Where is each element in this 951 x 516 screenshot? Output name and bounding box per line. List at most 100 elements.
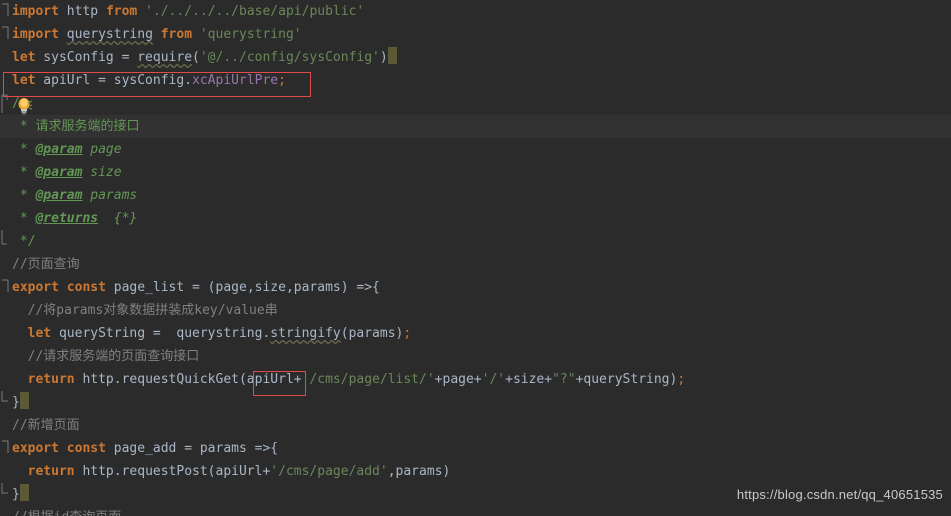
code-token: @param [35,165,83,180]
code-line[interactable]: import querystring from 'querystring' [0,23,951,46]
code-token: xcApiUrlPre [192,73,279,88]
code-token: sysConfig = [35,50,138,65]
fold-expanded-icon[interactable] [1,0,10,23]
watermark: https://blog.csdn.net/qq_40651535 [736,487,943,502]
code-token: */ [12,234,36,249]
code-token: @returns [35,211,99,226]
code-token: +size+ [505,372,553,387]
code-token: page_list = (page,size,params) =>{ [105,280,380,295]
code-token: } [12,487,20,502]
code-line[interactable]: * @param params [0,184,951,207]
code-line[interactable]: //新增页面 [0,414,951,437]
code-area[interactable]: import http from './../../../base/api/pu… [0,0,951,516]
code-line[interactable]: let queryString = querystring.stringify(… [0,322,951,345]
code-token: } [12,395,20,410]
code-line[interactable]: let sysConfig = require('@/../config/sys… [0,46,951,69]
code-token: import [12,4,59,19]
fold-region-icon[interactable] [1,92,10,115]
code-token: let [27,326,52,341]
code-line[interactable]: * @param size [0,161,951,184]
code-token: @param [35,188,83,203]
code-token: 'querystring' [199,27,302,42]
code-line[interactable]: //根据id查询页面 [0,506,951,516]
code-token: * [12,211,36,226]
fold-expanded-icon[interactable] [1,276,10,299]
code-token: (params) [340,326,404,341]
code-token: stringify [270,326,341,341]
code-token: * 请求服务端的接口 [12,119,140,134]
code-token: http.requestQuickGet(apiUrl+ [74,372,302,387]
code-line[interactable]: return http.requestPost(apiUrl+'/cms/pag… [0,460,951,483]
lightbulb-icon[interactable] [15,97,33,116]
caret-block [387,47,397,64]
code-token: //请求服务端的页面查询接口 [12,349,200,364]
code-token: page_add = params =>{ [105,441,279,456]
code-line[interactable]: let apiUrl = sysConfig.xcApiUrlPre; [0,69,951,92]
code-token: const [66,280,106,295]
code-token: from [160,27,193,42]
code-token: //根据id查询页面 [12,510,121,516]
code-line[interactable]: * @returns {*} [0,207,951,230]
code-token: '/cms/page/list/' [301,372,435,387]
code-token: +page+ [434,372,482,387]
code-token: '@/../config/sysConfig' [199,50,380,65]
code-token: {*} [98,211,138,226]
fold-region-end-icon[interactable] [1,230,10,253]
code-token: apiUrl = sysConfig. [35,73,193,88]
code-token: queryString = querystring. [51,326,271,341]
code-line[interactable]: return http.requestQuickGet(apiUrl+'/cms… [0,368,951,391]
code-token: export [12,280,59,295]
code-token: //新增页面 [12,418,80,433]
code-token: @param [35,142,83,157]
code-token: //将params对象数据拼装成key/value串 [12,303,278,318]
code-token: * [12,188,36,203]
fold-expanded-icon[interactable] [1,437,10,460]
code-token: ,params) [387,464,451,479]
code-line[interactable]: } [0,391,951,414]
code-token: page [82,142,122,157]
code-token: size [82,165,122,180]
fold-end-icon[interactable] [1,483,10,506]
code-token: * [12,165,36,180]
code-editor[interactable]: import http from './../../../base/api/pu… [0,0,951,516]
code-token: let [12,73,36,88]
code-token: './../../../base/api/public' [145,4,365,19]
code-token: '/cms/page/add' [270,464,388,479]
code-token: return [27,464,75,479]
caret-block [19,392,29,409]
code-token: http [58,4,106,19]
code-token: ; [278,73,286,88]
code-line[interactable]: */ [0,230,951,253]
code-token: querystring [66,27,153,42]
code-token: params [82,188,138,203]
code-token: import [12,27,59,42]
fold-expanded-icon[interactable] [1,23,10,46]
code-token: from [105,4,138,19]
fold-end-icon[interactable] [1,391,10,414]
code-line[interactable]: //页面查询 [0,253,951,276]
code-line[interactable]: //请求服务端的页面查询接口 [0,345,951,368]
code-line[interactable]: export const page_list = (page,size,para… [0,276,951,299]
code-token: require [137,50,193,65]
code-token: return [27,372,75,387]
code-line[interactable]: * @param page [0,138,951,161]
code-line[interactable]: / [0,92,951,115]
code-line[interactable]: * 请求服务端的接口 [0,115,951,138]
code-token: "?" [552,372,576,387]
code-token: ) [379,50,388,65]
code-token: ; [677,372,686,387]
caret-block [19,484,29,501]
code-line[interactable]: export const page_add = params =>{ [0,437,951,460]
code-token: * [12,142,36,157]
code-line[interactable]: //将params对象数据拼装成key/value串 [0,299,951,322]
code-token: const [66,441,106,456]
code-line[interactable]: import http from './../../../base/api/pu… [0,0,951,23]
